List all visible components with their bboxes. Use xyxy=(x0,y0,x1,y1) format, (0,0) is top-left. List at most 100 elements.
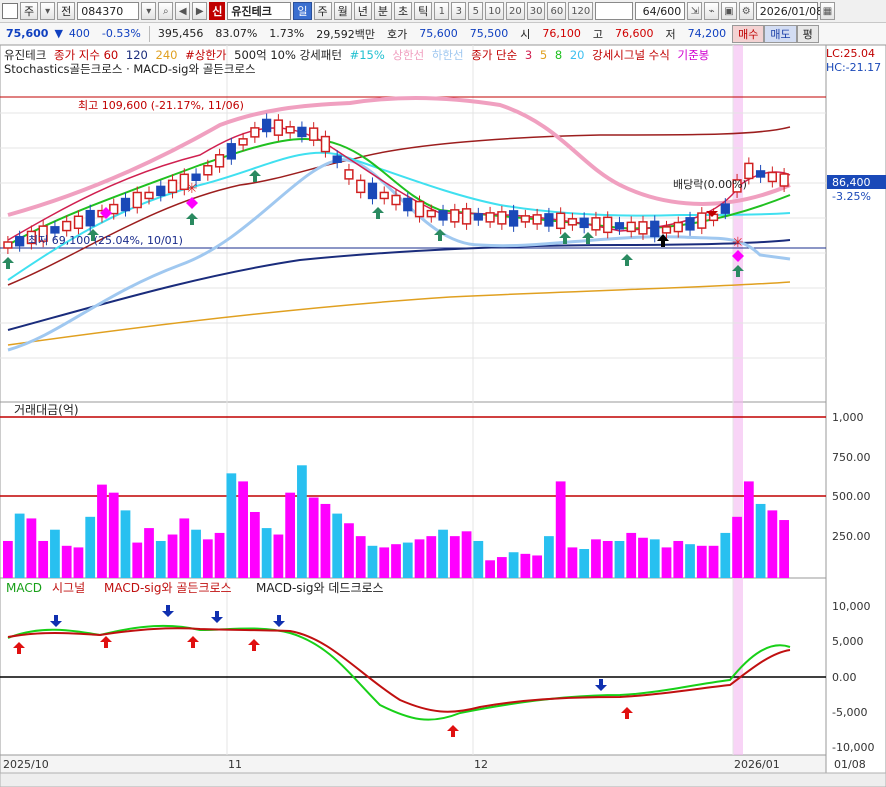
macd-legend-macd: MACD xyxy=(6,581,42,595)
macd-panel-bg xyxy=(0,577,827,756)
candle-body xyxy=(767,171,777,183)
legend-ma8: 8 xyxy=(554,48,563,62)
calendar-icon[interactable]: ▦ xyxy=(819,2,836,20)
stock-code-input[interactable]: 084370 xyxy=(77,2,140,20)
volume-bar xyxy=(743,481,754,578)
interval-120[interactable]: 120 xyxy=(568,2,594,20)
interval-60[interactable]: 60 xyxy=(547,2,567,20)
volume: 395,456 xyxy=(157,27,204,40)
buy-button[interactable]: 매수 xyxy=(732,24,765,43)
volume-bar xyxy=(120,510,131,578)
interval-20[interactable]: 20 xyxy=(505,2,525,20)
low-note: 최저 69,100 (25.04%, 10/01) xyxy=(28,234,183,247)
ask-price: 75,500 xyxy=(469,27,509,40)
volume-bar xyxy=(402,542,413,578)
chevron-down-icon[interactable]: ▾ xyxy=(40,2,56,20)
date-input[interactable]: 2026/01/08 xyxy=(755,2,823,20)
credit-badge: 신 xyxy=(209,2,226,20)
candle-body xyxy=(320,135,331,153)
interval-1[interactable]: 1 xyxy=(434,2,450,20)
save-icon[interactable]: ▣ xyxy=(721,2,737,20)
volume-bar xyxy=(626,532,637,578)
tab-second[interactable]: 초 xyxy=(394,2,413,20)
macd-tick-neg10000: -10,000 xyxy=(832,741,874,754)
volume-bar xyxy=(50,529,60,578)
next-stock-icon[interactable]: ▶ xyxy=(192,2,208,20)
interval-5[interactable]: 5 xyxy=(468,2,484,20)
highlight-column xyxy=(733,45,743,755)
candle-body xyxy=(650,220,660,238)
interval-30[interactable]: 30 xyxy=(526,2,546,20)
volume-bar xyxy=(308,497,319,578)
tab-minute[interactable]: 분 xyxy=(373,2,392,20)
volume-bar xyxy=(191,529,201,578)
volume-bar xyxy=(73,547,84,578)
candle-body xyxy=(697,212,707,229)
candle-body xyxy=(567,218,578,226)
candle-body xyxy=(167,179,178,194)
volume-bar xyxy=(226,473,237,578)
volume-bar xyxy=(544,536,554,578)
volume-bar xyxy=(391,544,401,578)
volume-bar xyxy=(438,529,448,578)
custom-interval-input[interactable] xyxy=(595,2,634,20)
volume-bar xyxy=(3,540,13,578)
macd-legend-golden: MACD-sig와 골든크로스 xyxy=(104,581,232,595)
stock-name: 유진테크 xyxy=(227,2,292,20)
volume-bar xyxy=(579,549,590,578)
candle-body xyxy=(214,154,225,168)
down-arrow-icon: ▼ xyxy=(54,27,63,40)
tab-tick[interactable]: 틱 xyxy=(414,2,433,20)
candle-body xyxy=(720,203,730,214)
legend-base-candle: 기준봉 xyxy=(677,48,710,62)
window-icon[interactable] xyxy=(2,3,18,19)
candle-body xyxy=(497,211,507,225)
candle-body xyxy=(367,182,378,200)
volume-bar xyxy=(696,545,707,578)
candle-body xyxy=(62,220,72,232)
eval-button[interactable]: 평 xyxy=(796,24,819,43)
chart-type-icon[interactable]: ⌁ xyxy=(704,2,720,20)
page-count[interactable]: 64/600 xyxy=(635,2,686,20)
scroll-bar[interactable] xyxy=(0,772,886,787)
tab-year[interactable]: 년 xyxy=(353,2,372,20)
chart-area[interactable]: ✳ ✳ 최고 109,600 (-21.17%, 11/06) 최저 69,100… xyxy=(0,45,886,787)
main-legend-2: Stochastics골든크로스 · MACD-sig와 골든크로스 xyxy=(4,62,256,76)
zoom-icon[interactable]: ⇲ xyxy=(687,2,703,20)
volume-bar xyxy=(520,553,531,578)
candle-body xyxy=(261,118,272,133)
volume-bar xyxy=(132,542,143,578)
candle-body xyxy=(297,126,307,138)
volume-bar xyxy=(779,520,789,578)
high-price: 76,600 xyxy=(614,27,654,40)
interval-3[interactable]: 3 xyxy=(451,2,467,20)
candle-body xyxy=(156,185,166,197)
view-select[interactable]: 전 xyxy=(57,2,76,20)
open-price: 76,100 xyxy=(542,27,581,40)
tab-week[interactable]: 주 xyxy=(313,2,332,20)
code-dropdown-icon[interactable]: ▾ xyxy=(141,2,157,20)
macd-tick-neg5000: -5,000 xyxy=(832,706,867,719)
vol-tick-750: 750.00 xyxy=(832,451,871,464)
search-icon[interactable]: ⌕ xyxy=(158,2,174,20)
sell-button[interactable]: 매도 xyxy=(764,24,797,43)
gear-icon[interactable]: ⚙ xyxy=(738,2,754,20)
candle-body xyxy=(120,197,131,212)
legend-ma240: 240 xyxy=(155,48,178,62)
volume-bar xyxy=(273,534,284,578)
volume-bar xyxy=(249,511,260,578)
tab-month[interactable]: 월 xyxy=(333,2,352,20)
volume-bar xyxy=(85,516,96,578)
volume-bar xyxy=(38,540,49,578)
candle-body xyxy=(203,165,213,176)
prev-stock-icon[interactable]: ◀ xyxy=(175,2,191,20)
period-select[interactable]: 주 xyxy=(20,2,39,20)
bid-label: 호가 xyxy=(386,27,408,41)
x-label-jan: 2026/01 xyxy=(734,758,780,771)
interval-10[interactable]: 10 xyxy=(485,2,504,20)
volume-bar xyxy=(379,547,390,578)
volume-bar xyxy=(214,532,225,578)
volume-bar xyxy=(767,510,778,578)
candle-body xyxy=(685,217,695,231)
tab-day[interactable]: 일 xyxy=(293,2,312,20)
